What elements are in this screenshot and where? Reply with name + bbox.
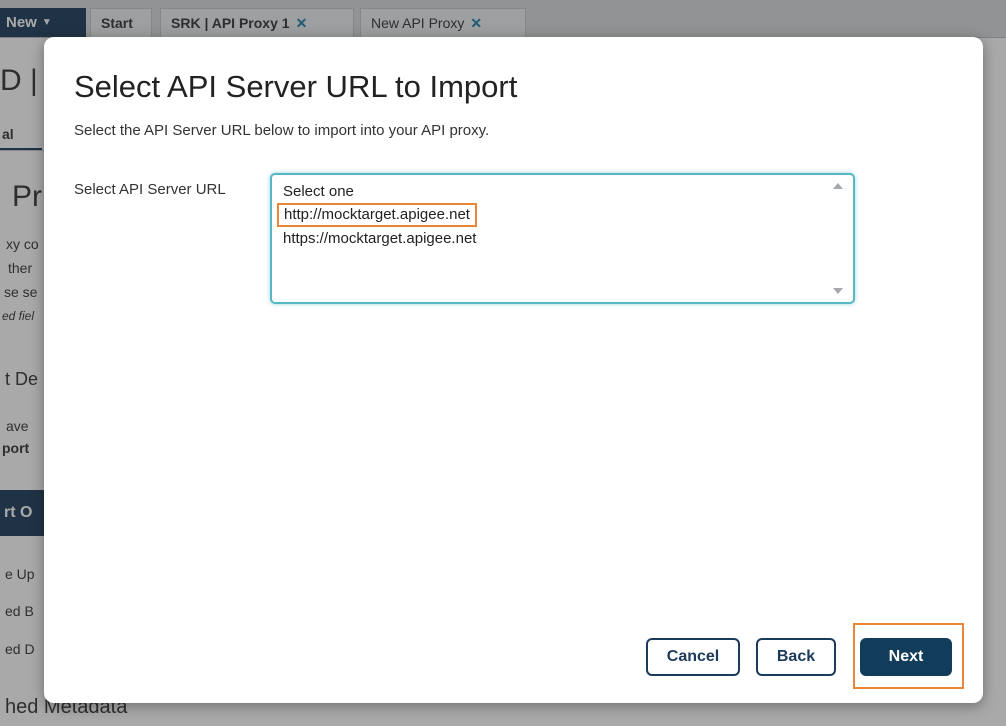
- import-api-server-url-dialog: Select API Server URL to Import Select t…: [44, 37, 983, 703]
- scroll-up-arrow-icon[interactable]: [833, 183, 843, 189]
- api-server-url-listbox[interactable]: Select one http://mocktarget.apigee.net …: [270, 173, 855, 304]
- back-button[interactable]: Back: [756, 638, 836, 676]
- dialog-title: Select API Server URL to Import: [74, 69, 518, 104]
- scroll-down-arrow-icon[interactable]: [833, 288, 843, 294]
- list-option-https-mocktarget[interactable]: https://mocktarget.apigee.net: [283, 230, 476, 247]
- api-server-url-label: Select API Server URL: [74, 181, 226, 198]
- next-button-highlight-annotation: [853, 623, 964, 689]
- cancel-button-label: Cancel: [666, 648, 720, 665]
- list-option-http-mocktarget[interactable]: http://mocktarget.apigee.net: [277, 203, 477, 227]
- dialog-subtitle: Select the API Server URL below to impor…: [74, 122, 490, 139]
- cancel-button[interactable]: Cancel: [646, 638, 740, 676]
- list-option-select-one[interactable]: Select one: [283, 183, 354, 200]
- back-button-label: Back: [776, 648, 816, 665]
